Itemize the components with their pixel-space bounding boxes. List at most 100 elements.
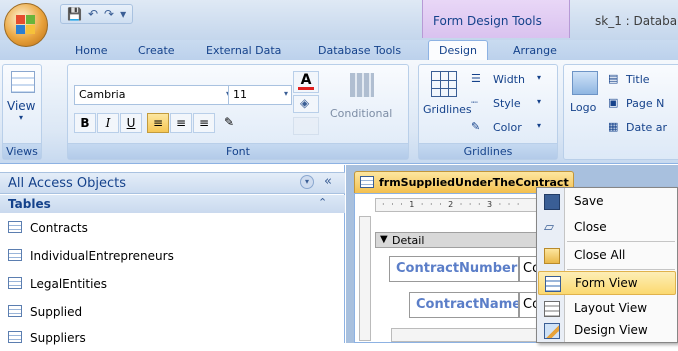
close-all-icon	[544, 248, 560, 264]
format-painter-button[interactable]: ✎	[218, 113, 240, 133]
save-icon[interactable]: 💾	[67, 7, 82, 21]
alternate-fill-button[interactable]	[293, 117, 319, 135]
font-group-label: Font	[68, 143, 408, 159]
font-size-value: 11	[233, 88, 247, 101]
contract-number-label[interactable]: ContractNumber	[389, 256, 519, 282]
font-size-select[interactable]: 11 ▾	[228, 85, 292, 105]
align-right-icon: ≡	[198, 116, 210, 130]
brush-icon: ✎	[223, 115, 235, 129]
tab-database-tools[interactable]: Database Tools	[318, 44, 401, 57]
customize-qat-icon[interactable]: ▾	[120, 7, 126, 21]
color-button[interactable]: ✎ Color ▾	[471, 119, 555, 137]
nav-item-legal-entities[interactable]: LegalEntities	[0, 271, 345, 297]
logo-icon	[572, 71, 598, 95]
menu-item-design-view[interactable]: Design View	[538, 319, 676, 343]
menu-item-layout-view[interactable]: Layout View	[538, 297, 676, 321]
align-center-icon: ≡	[175, 116, 187, 130]
tab-home[interactable]: Home	[75, 44, 107, 57]
style-icon: ┈	[471, 96, 478, 109]
date-time-button[interactable]: ▦ Date ar	[608, 119, 678, 137]
nav-pane-header[interactable]: All Access Objects ▾ «	[0, 172, 345, 194]
office-logo-icon	[16, 15, 36, 35]
font-name-select[interactable]: Cambria▾	[74, 85, 234, 105]
align-center-button[interactable]: ≡	[170, 113, 192, 133]
page-numbers-button[interactable]: ▣ Page N	[608, 95, 678, 113]
context-tab-group: Form Design Tools	[422, 0, 570, 38]
color-label: Color	[493, 121, 522, 134]
calendar-icon: ▦	[608, 120, 619, 133]
navigation-pane: All Access Objects ▾ « Tables ⌃ Contract…	[0, 165, 345, 345]
title-icon: ▤	[608, 72, 619, 85]
style-button[interactable]: ┈ Style ▾	[471, 95, 555, 113]
menu-item-label: Design View	[574, 323, 648, 337]
quick-access-toolbar: 💾 ↶ ↷ ▾	[60, 4, 134, 24]
detail-section-icon: ▼	[380, 234, 388, 245]
view-icon	[11, 71, 35, 93]
menu-item-form-view[interactable]: Form View	[538, 271, 676, 295]
title-bar: 💾 ↶ ↷ ▾ Form Design Tools sk_1 : Databa	[0, 0, 678, 40]
menu-item-save[interactable]: Save	[538, 190, 676, 214]
italic-button[interactable]: I	[97, 113, 119, 133]
redo-icon[interactable]: ↷	[104, 7, 114, 21]
date-time-label: Date ar	[626, 121, 668, 134]
grid-icon	[431, 71, 457, 97]
view-dropdown-icon: ▾	[19, 113, 24, 122]
chevron-down-icon: ▾	[537, 73, 542, 82]
nav-item-supplied[interactable]: Supplied	[0, 299, 345, 325]
tab-external-data[interactable]: External Data	[206, 44, 281, 57]
menu-item-label: Close All	[574, 248, 626, 262]
tab-create[interactable]: Create	[138, 44, 175, 57]
page-number-icon: ▣	[608, 96, 619, 109]
pencil-icon: ✎	[471, 120, 481, 133]
tab-design[interactable]: Design	[428, 40, 488, 61]
logo-button[interactable]: Logo	[568, 69, 602, 139]
nav-group-tables[interactable]: Tables ⌃	[0, 195, 345, 213]
bold-button[interactable]: B	[74, 113, 96, 133]
office-button[interactable]	[4, 3, 48, 47]
chevron-down-icon: ▾	[537, 97, 542, 106]
width-button[interactable]: ☰ Width ▾	[471, 71, 555, 89]
menu-item-close[interactable]: ▱ Close	[538, 216, 676, 240]
ribbon: View ▾ Views Cambria▾ 11 ▾ A ◈ B I U ≡ ≡ …	[0, 60, 678, 164]
ribbon-tabs: Home Create External Data Database Tools…	[0, 40, 678, 61]
menu-item-label: Layout View	[574, 301, 648, 315]
detail-label: Detail	[392, 234, 425, 247]
title-button[interactable]: ▤ Title	[608, 71, 678, 89]
conditional-label: Conditional	[330, 107, 393, 120]
align-left-button[interactable]: ≡	[147, 113, 169, 133]
table-icon	[8, 331, 22, 343]
menu-item-close-all[interactable]: Close All	[538, 244, 676, 268]
close-icon: ▱	[544, 220, 554, 235]
view-button[interactable]: View ▾	[7, 69, 39, 139]
context-tab-group-label: Form Design Tools	[433, 14, 542, 28]
gridlines-group-label: Gridlines	[419, 143, 557, 159]
form-icon	[360, 176, 374, 188]
width-label: Width	[493, 73, 525, 86]
nav-item-individual-entrepreneurs[interactable]: IndividualEntrepreneurs	[0, 243, 345, 269]
table-icon	[8, 277, 22, 289]
nav-item-contracts[interactable]: Contracts	[0, 215, 345, 241]
form-view-icon	[545, 276, 561, 292]
contract-name-label[interactable]: ContractName	[409, 292, 519, 318]
align-right-button[interactable]: ≡	[193, 113, 215, 133]
gridlines-button[interactable]: Gridlines	[423, 69, 472, 139]
chevron-down-icon[interactable]: ▾	[300, 175, 314, 189]
fill-color-button[interactable]: ◈	[293, 95, 319, 113]
undo-icon[interactable]: ↶	[88, 7, 98, 21]
tab-arrange[interactable]: Arrange	[513, 44, 557, 57]
nav-item-suppliers[interactable]: Suppliers	[0, 325, 345, 351]
menu-item-label: Save	[574, 194, 604, 208]
menu-separator	[567, 241, 675, 242]
font-color-button[interactable]: A	[293, 71, 319, 93]
align-left-icon: ≡	[152, 116, 164, 130]
table-icon	[8, 305, 22, 317]
design-view-icon	[544, 323, 560, 339]
gridlines-group: Gridlines ☰ Width ▾ ┈ Style ▾ ✎ Color ▾ …	[418, 64, 558, 160]
collapse-group-icon[interactable]: ⌃	[318, 196, 327, 209]
vertical-ruler	[359, 216, 371, 341]
nav-pane-title: All Access Objects	[8, 176, 126, 191]
conditional-button[interactable]: Conditional	[330, 73, 406, 139]
table-icon	[8, 249, 22, 261]
collapse-pane-icon[interactable]: «	[324, 174, 332, 189]
underline-button[interactable]: U	[120, 113, 142, 133]
